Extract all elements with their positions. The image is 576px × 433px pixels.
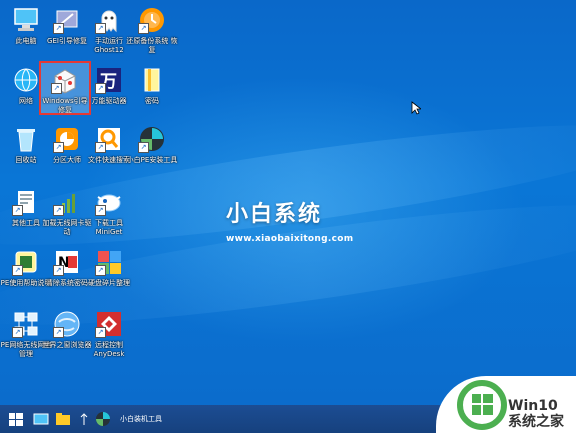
boot-repair-icon: ↗ [51,66,79,94]
icon-label: 还原备份系统 恢复 [126,37,178,54]
start-button[interactable] [6,409,26,429]
recycle-bin-icon [12,125,40,153]
shortcut-arrow-icon: ↗ [95,83,106,94]
desktop-icon [33,413,49,425]
folder-icon [138,66,166,94]
desktop: 此电脑 网络 回收站 ↗ 其他工具 ↗ PE使用帮助说明 ↗ PE网络无线网络管… [0,0,576,405]
taskbar-network-button[interactable] [78,409,90,429]
network-signal-icon [80,413,88,425]
desktop-icon-pe-install[interactable]: ↗ 小白PE安装工具 [126,125,178,165]
desktop-icon-anydesk[interactable]: ↗ 远程控制 AnyDesk [83,310,135,359]
icon-label: 下载工具 MiniGet [95,219,123,236]
shortcut-arrow-icon: ↗ [95,265,106,276]
brand-url: www.xiaobaixitong.com [226,234,354,244]
file-search-icon: ↗ [95,125,123,153]
shortcut-arrow-icon: ↗ [12,205,23,216]
shortcut-arrow-icon: ↗ [53,205,64,216]
wallpaper-brand: 小白系统 www.xiaobaixitong.com [226,196,353,244]
ghost-icon: ↗ [95,6,123,34]
icon-label: 小白PE安装工具 [126,156,178,164]
password-clear-icon: N ↗ [53,248,81,276]
taskbar-xiaobai-button[interactable] [92,409,114,429]
icon-label: 远程控制 AnyDesk [93,341,125,358]
taskbar-desktop-button[interactable] [32,409,50,429]
windows-logo-icon [9,413,23,426]
folder-icon [56,413,70,425]
shortcut-arrow-icon: ↗ [53,142,64,153]
shortcut-arrow-icon: ↗ [95,205,106,216]
icon-label: 硬盘碎片整理 [88,279,130,287]
shortcut-arrow-icon: ↗ [51,83,62,94]
shortcut-arrow-icon: ↗ [138,142,149,153]
shortcut-arrow-icon: ↗ [53,327,64,338]
shortcut-arrow-icon: ↗ [53,23,64,34]
brand-title: 小白系统 [226,202,323,227]
win10-logo-icon [457,380,507,430]
remote-control-icon: ↗ [95,310,123,338]
desktop-icon-windows-boot-repair[interactable]: ↗ Windows引导修复 [39,61,91,115]
pe-install-icon: ↗ [138,125,166,153]
computer-icon [12,6,40,34]
shortcut-arrow-icon: ↗ [95,327,106,338]
shortcut-arrow-icon: ↗ [53,265,64,276]
network-manager-icon: ↗ [12,310,40,338]
desktop-icon-defrag[interactable]: ↗ 硬盘碎片整理 [83,248,135,288]
network-icon [12,66,40,94]
icon-label: 密码 [145,97,159,105]
shortcut-arrow-icon: ↗ [95,23,106,34]
partition-icon: ↗ [53,125,81,153]
watermark-line1: Win10 [508,398,558,414]
wanneng-driver-icon: 万 ↗ [95,66,123,94]
taskbar-explorer-button[interactable] [54,409,72,429]
watermark-text: Win10 系统之家 [508,398,564,430]
xiaobai-tool-icon [96,412,110,426]
shortcut-arrow-icon: ↗ [12,327,23,338]
defrag-icon: ↗ [95,248,123,276]
browser-icon: ↗ [53,310,81,338]
shortcut-arrow-icon: ↗ [95,142,106,153]
desktop-icon-miniget[interactable]: ↗ 下载工具 MiniGet [83,188,135,237]
shortcut-arrow-icon: ↗ [138,23,149,34]
watermark-line2: 系统之家 [508,414,564,430]
restore-icon: ↗ [138,6,166,34]
shortcut-arrow-icon: ↗ [12,265,23,276]
download-icon: ↗ [95,188,123,216]
help-icon: ↗ [12,248,40,276]
wireless-driver-icon: ↗ [53,188,81,216]
taskbar-app-label: 小白装机工具 [120,415,162,423]
desktop-icon-password[interactable]: 密码 [126,66,178,106]
repair-icon: ↗ [53,6,81,34]
tools-icon: ↗ [12,188,40,216]
mouse-cursor-icon [411,100,423,119]
desktop-icon-restore-backup[interactable]: ↗ 还原备份系统 恢复 [126,6,178,55]
icon-label: Windows引导修复 [42,97,88,114]
